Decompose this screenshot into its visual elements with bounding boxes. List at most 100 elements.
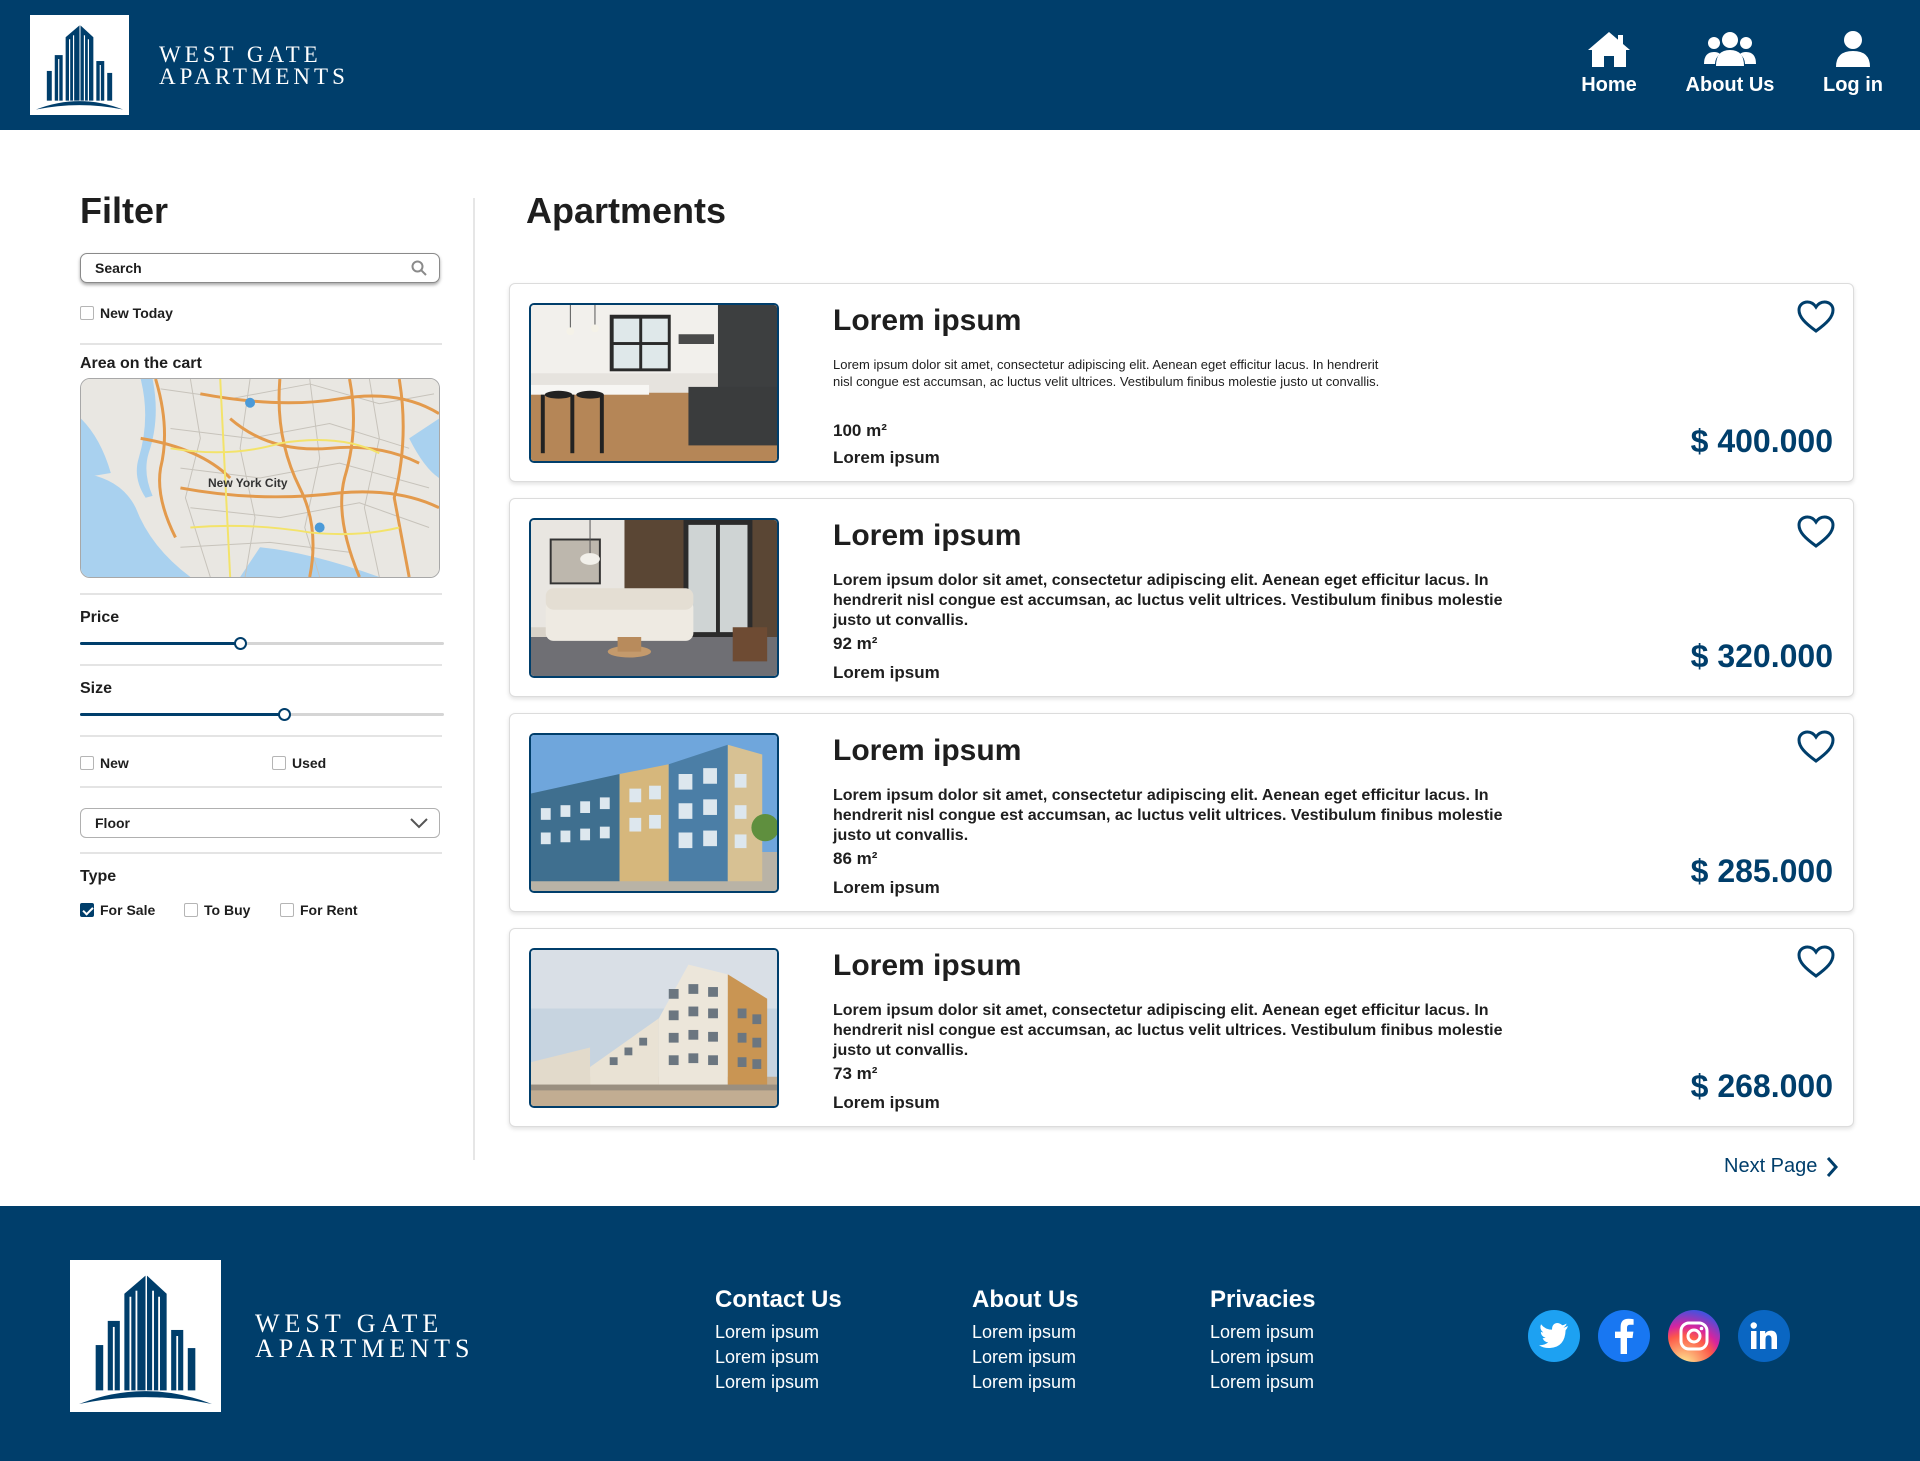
chevron-right-icon [1827, 1156, 1839, 1177]
listing-price: $ 400.000 [1690, 423, 1833, 459]
footer-link[interactable]: Lorem ipsum [1210, 1320, 1315, 1345]
listing-price: $ 285.000 [1690, 853, 1833, 889]
footer-column-privacies: Privacies Lorem ipsum Lorem ipsum Lorem … [1210, 1286, 1315, 1395]
next-page-link[interactable]: Next Page [1724, 1155, 1839, 1178]
twitter-icon[interactable] [1528, 1310, 1580, 1362]
footer-column-title: Privacies [1210, 1286, 1316, 1313]
listing-size: 86 m² [833, 849, 878, 868]
listing-photo-building-beige[interactable] [529, 948, 779, 1108]
size-slider[interactable] [80, 707, 444, 721]
footer-link[interactable]: Lorem ipsum [972, 1345, 1079, 1370]
heart-icon[interactable] [1797, 730, 1835, 764]
footer-link[interactable]: Lorem ipsum [1210, 1370, 1315, 1395]
slider-thumb[interactable] [277, 708, 291, 721]
kitchen-image [531, 305, 777, 461]
divider [80, 343, 442, 345]
search-box [80, 253, 440, 283]
heart-icon[interactable] [1797, 515, 1835, 549]
listing-description: Lorem ipsum dolor sit amet, consectetur … [833, 357, 1380, 389]
listing-photo-living-room[interactable] [529, 518, 779, 678]
nav-log-in[interactable]: Log in [1822, 30, 1884, 100]
users-icon [1704, 32, 1756, 66]
linkedin-icon[interactable] [1738, 1310, 1790, 1362]
search-icon[interactable] [411, 260, 427, 276]
nav-about-us[interactable]: About Us [1684, 30, 1776, 100]
footer-link[interactable]: Lorem ipsum [715, 1345, 842, 1370]
listing-title[interactable]: Lorem ipsum [833, 519, 1021, 553]
checkbox-box-checked[interactable] [80, 903, 94, 917]
footer-logo[interactable] [70, 1260, 221, 1412]
building-exterior-image [531, 950, 777, 1106]
type-for-sale-checkbox[interactable]: For Sale [80, 902, 155, 918]
building-exterior-image [531, 735, 777, 891]
size-label: Size [80, 680, 113, 697]
footer-brand-line-2: APARTMENTS [255, 1334, 475, 1363]
new-today-checkbox[interactable]: New Today [80, 305, 173, 321]
heart-icon[interactable] [1797, 300, 1835, 334]
new-today-label: New Today [100, 305, 173, 321]
checkbox-box[interactable] [80, 306, 94, 320]
area-label: Area on the cart [80, 355, 202, 372]
listing-title[interactable]: Lorem ipsum [833, 734, 1021, 768]
facebook-icon[interactable] [1598, 1310, 1650, 1362]
price-label: Price [80, 609, 120, 626]
condition-new-checkbox[interactable]: New [80, 755, 129, 771]
search-input[interactable] [81, 254, 391, 282]
listing-card[interactable]: Lorem ipsum Lorem ipsum dolor sit amet, … [509, 498, 1854, 697]
linkedin-in-glyph [1750, 1322, 1777, 1349]
instagram-icon[interactable] [1668, 1310, 1720, 1362]
listing-card[interactable]: Lorem ipsum Lorem ipsum dolor sit amet, … [509, 283, 1854, 482]
top-header: WEST GATE APARTMENTS Home About Us Log i… [0, 0, 1920, 130]
slider-thumb[interactable] [234, 637, 248, 650]
footer-link[interactable]: Lorem ipsum [972, 1320, 1079, 1345]
type-for-rent-checkbox[interactable]: For Rent [280, 902, 358, 918]
listing-photo-building-blue[interactable] [529, 733, 779, 893]
heart-icon[interactable] [1797, 945, 1835, 979]
checkbox-box[interactable] [280, 903, 294, 917]
footer-link[interactable]: Lorem ipsum [715, 1320, 842, 1345]
listing-photo-kitchen[interactable] [529, 303, 779, 463]
price-slider[interactable] [80, 636, 444, 650]
living-room-image [531, 520, 777, 676]
floor-select[interactable]: Floor [80, 808, 440, 838]
footer-link[interactable]: Lorem ipsum [1210, 1345, 1315, 1370]
checkbox-box[interactable] [184, 903, 198, 917]
type-for-sale-label: For Sale [100, 902, 156, 918]
condition-used-checkbox[interactable]: Used [272, 755, 326, 771]
footer-column-contact: Contact Us Lorem ipsum Lorem ipsum Lorem… [715, 1286, 842, 1395]
listing-card[interactable]: Lorem ipsum Lorem ipsum dolor sit amet, … [509, 713, 1854, 912]
listing-description: Lorem ipsum dolor sit amet, consectetur … [833, 1002, 1503, 1059]
area-map[interactable]: New York City [80, 378, 440, 578]
slider-fill [80, 642, 241, 645]
listing-title[interactable]: Lorem ipsum [833, 949, 1021, 983]
divider [80, 664, 442, 666]
vertical-divider [473, 198, 475, 1160]
footer: WEST GATE APARTMENTS Contact Us Lorem ip… [0, 1206, 1920, 1461]
divider [80, 786, 442, 788]
brand-line-1: WEST GATE [159, 42, 322, 67]
footer-link[interactable]: Lorem ipsum [972, 1370, 1079, 1395]
listing-description: Lorem ipsum dolor sit amet, consectetur … [833, 787, 1503, 844]
listing-price: $ 320.000 [1690, 638, 1833, 674]
divider [80, 852, 442, 854]
nav-log-in-label: Log in [1823, 74, 1883, 96]
checkbox-box[interactable] [80, 756, 94, 770]
condition-new-label: New [100, 755, 129, 771]
slider-fill [80, 713, 284, 716]
logo[interactable] [30, 15, 129, 115]
listing-subtitle: Lorem ipsum [833, 1093, 940, 1112]
footer-link[interactable]: Lorem ipsum [715, 1370, 842, 1395]
nav-home[interactable]: Home [1578, 30, 1640, 100]
brand-line-2: APARTMENTS [159, 64, 349, 89]
instagram-camera-glyph [1679, 1321, 1709, 1351]
footer-brand-line-1: WEST GATE [255, 1309, 444, 1338]
listing-size: 100 m² [833, 421, 887, 440]
listing-card[interactable]: Lorem ipsum Lorem ipsum dolor sit amet, … [509, 928, 1854, 1127]
listing-title[interactable]: Lorem ipsum [833, 304, 1021, 338]
user-icon [1836, 31, 1870, 67]
building-logo-icon [79, 1275, 212, 1404]
checkbox-box[interactable] [272, 756, 286, 770]
type-to-buy-checkbox[interactable]: To Buy [184, 902, 250, 918]
nav-home-label: Home [1581, 74, 1637, 96]
chevron-down-icon [410, 818, 428, 829]
